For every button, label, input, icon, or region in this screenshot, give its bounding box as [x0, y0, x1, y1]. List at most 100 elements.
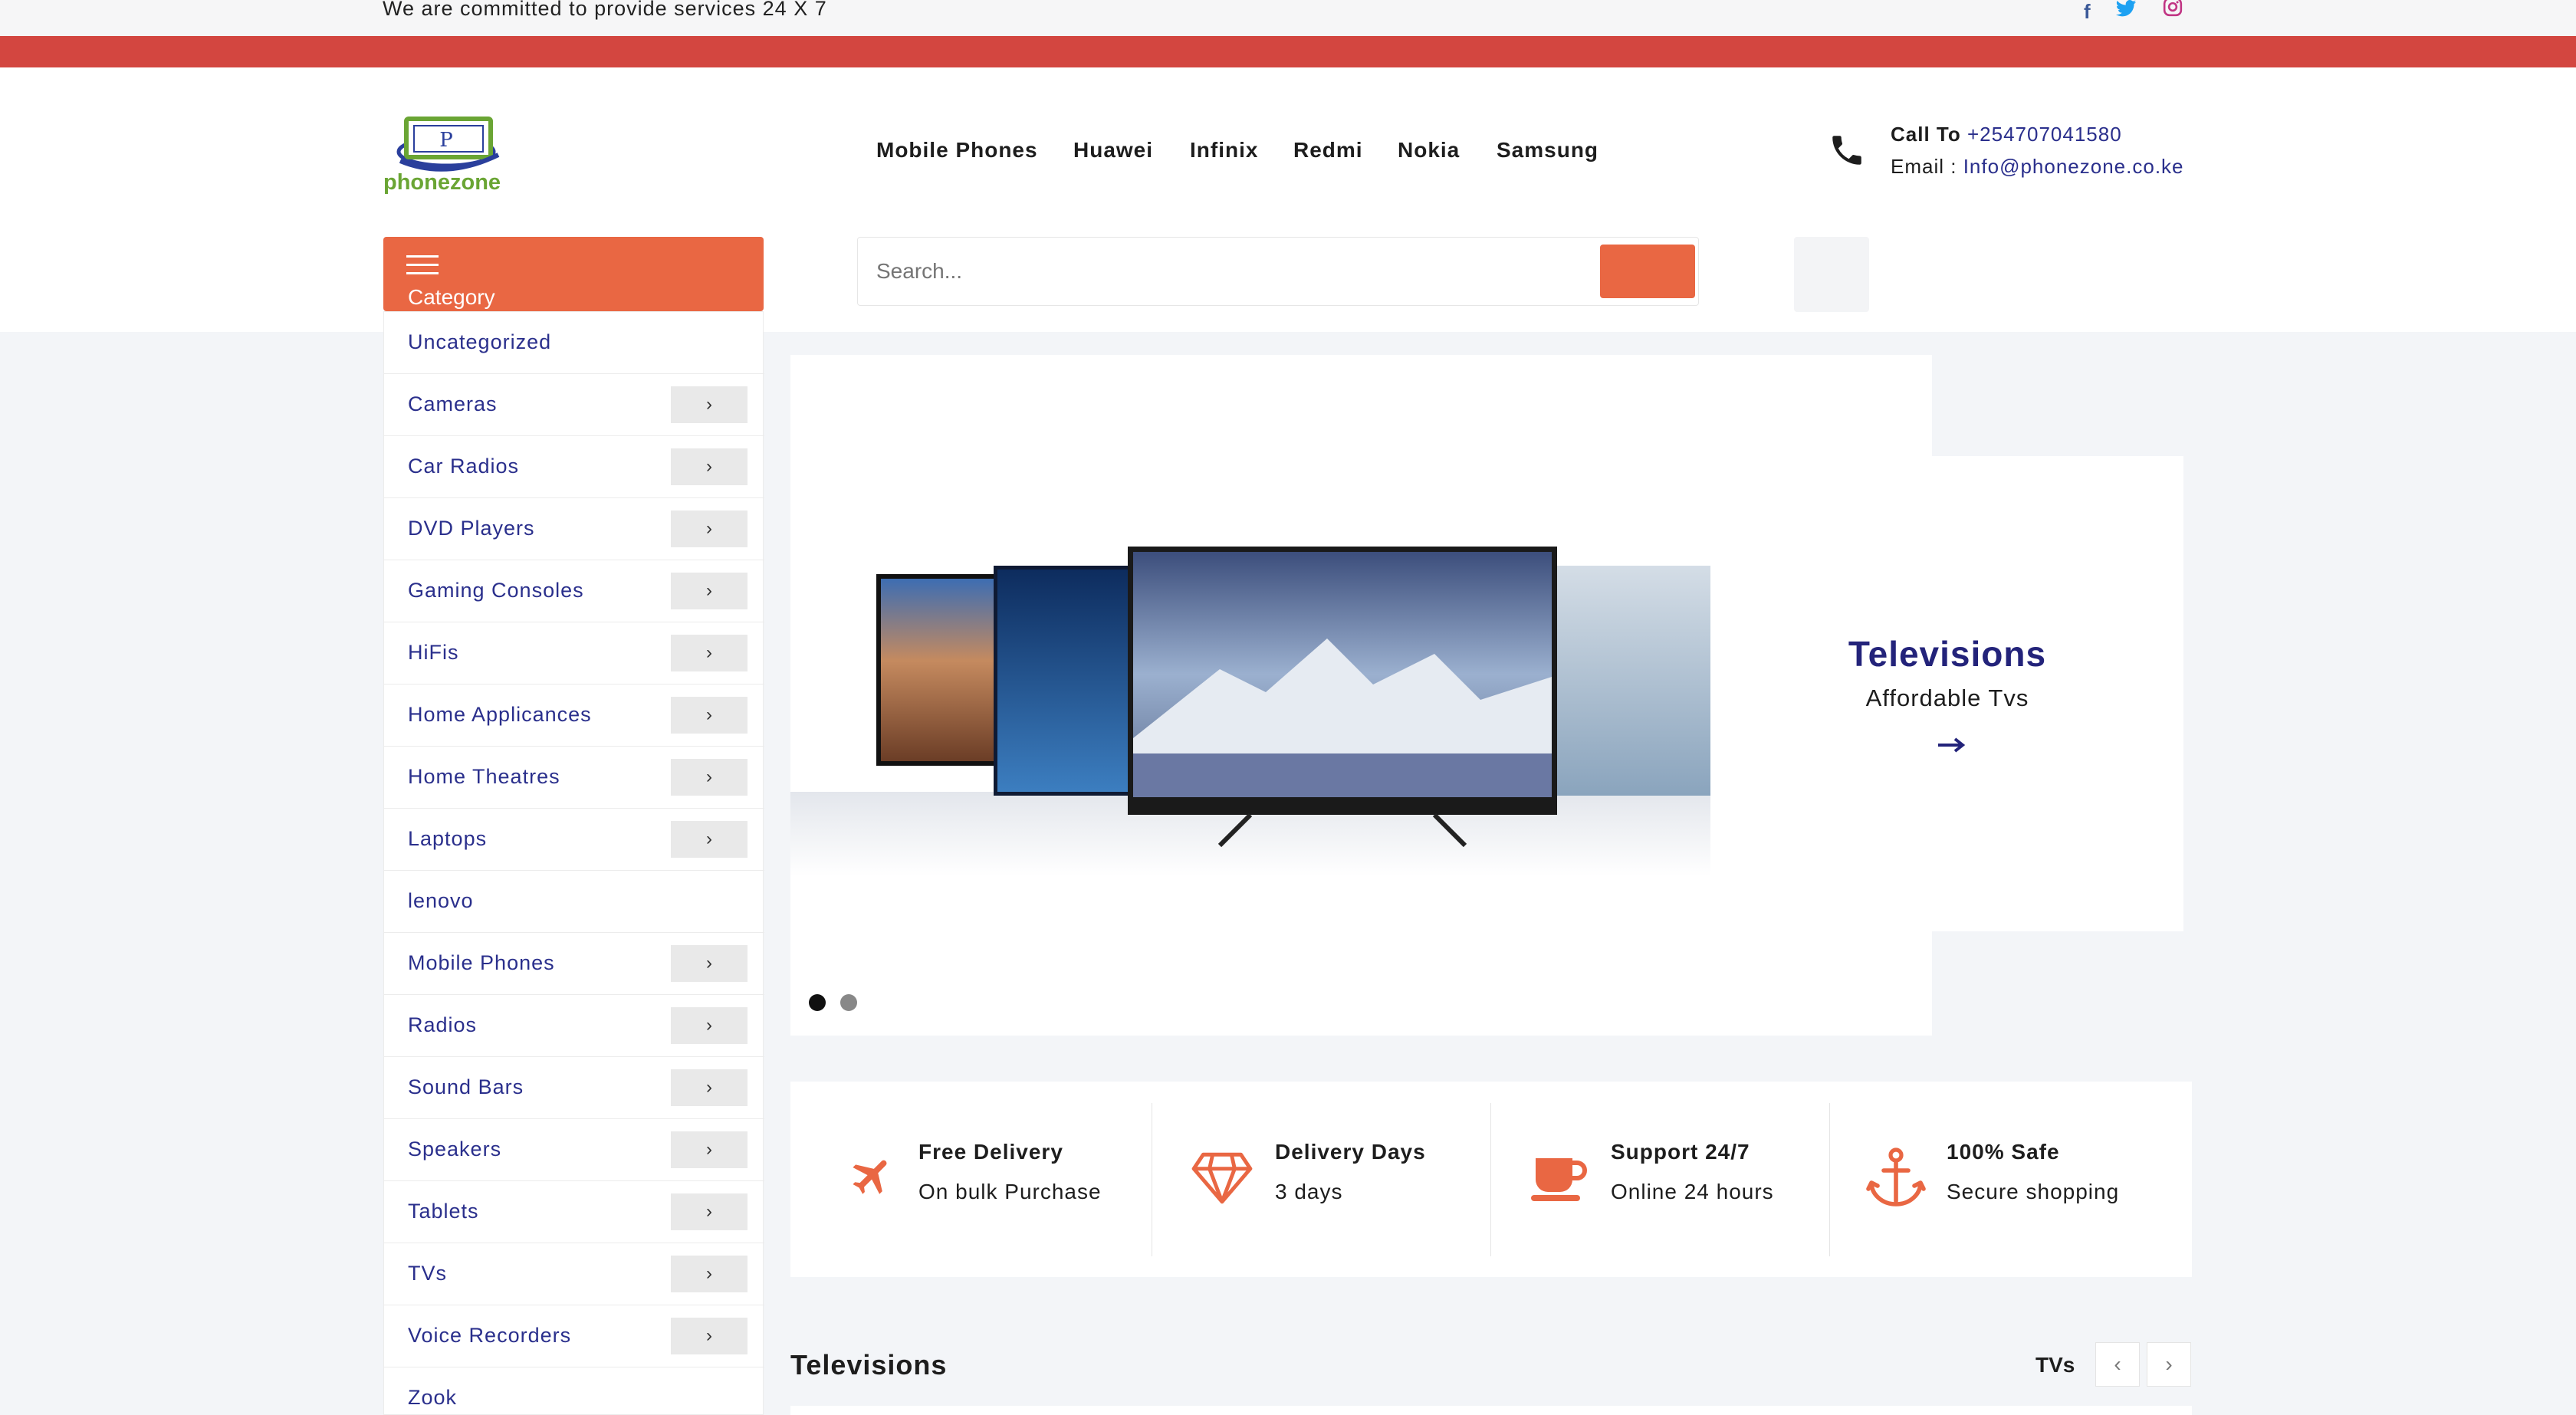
call-label: Call To [1891, 123, 1961, 146]
category-item-label: Radios [408, 1013, 478, 1036]
chevron-right-icon[interactable]: › [671, 1193, 748, 1230]
chevron-right-icon[interactable]: › [671, 511, 748, 547]
facebook-icon[interactable]: f [2084, 0, 2091, 24]
category-item[interactable]: Voice Recorders › [384, 1305, 764, 1367]
category-item[interactable]: Mobile Phones › [384, 933, 764, 995]
airplane-icon [853, 1160, 887, 1194]
chevron-right-icon[interactable]: › [671, 945, 748, 982]
chevron-right-icon[interactable]: › [671, 386, 748, 423]
phone-icon [1832, 136, 1861, 165]
email-label: Email : [1891, 155, 1957, 178]
category-item-label: Zook [408, 1386, 458, 1409]
feature-title: Free Delivery [918, 1140, 1063, 1164]
category-item-label: DVD Players [408, 517, 535, 540]
search-button[interactable] [1600, 245, 1695, 298]
nav-samsung[interactable]: Samsung [1497, 138, 1598, 163]
coffee-cup-icon [1531, 1158, 1587, 1201]
search-box [857, 237, 1699, 306]
chevron-right-icon[interactable]: › [671, 1007, 748, 1044]
category-item-label: Sound Bars [408, 1075, 524, 1098]
anchor-icon [1866, 1147, 1926, 1207]
top-bar-message: We are committed to provide services 24 … [383, 0, 827, 20]
category-item-label: Home Applicances [408, 703, 592, 726]
feature-title: Delivery Days [1275, 1140, 1426, 1164]
nav-infinix[interactable]: Infinix [1190, 138, 1258, 163]
slider-dot-1[interactable] [809, 994, 826, 1011]
carousel-prev-button[interactable]: ‹ [2095, 1342, 2140, 1387]
promo-title: Televisions [1848, 634, 2047, 674]
chevron-right-icon[interactable]: › [671, 1318, 748, 1354]
category-item-label: Home Theatres [408, 765, 560, 788]
category-item[interactable]: Gaming Consoles › [384, 560, 764, 622]
category-list: Uncategorized Cameras › Car Radios › DVD Play… [383, 311, 764, 1415]
promo-subtitle: Affordable Tvs [1865, 685, 2029, 711]
search-input[interactable] [876, 254, 1566, 288]
cart-button[interactable] [1794, 237, 1869, 312]
feature-title: Support 24/7 [1611, 1140, 1750, 1164]
televisions-banner-image [790, 547, 1710, 876]
nav-mobile-phones[interactable]: Mobile Phones [876, 138, 1038, 163]
category-title: Category [408, 285, 495, 309]
feature-free-delivery: Free Delivery On bulk Purchase [790, 1103, 1151, 1256]
product-carousel [790, 1406, 2192, 1415]
nav-redmi[interactable]: Redmi [1293, 138, 1363, 163]
chevron-right-icon[interactable]: › [671, 697, 748, 734]
call-number-link[interactable]: +254707041580 [1967, 123, 2122, 146]
diamond-icon [1191, 1152, 1253, 1204]
category-item[interactable]: lenovo [384, 871, 764, 933]
category-item-label: Uncategorized [408, 330, 552, 353]
chevron-right-icon[interactable]: › [671, 821, 748, 858]
hero-slider [790, 355, 1932, 1036]
category-item-label: Tablets [408, 1200, 479, 1223]
menu-icon [406, 255, 439, 280]
category-item[interactable]: Home Applicances › [384, 685, 764, 747]
feature-delivery-days: Delivery Days 3 days [1152, 1103, 1490, 1256]
category-item-label: TVs [408, 1262, 448, 1285]
feature-subtitle: Secure shopping [1947, 1180, 2120, 1203]
call-line: Call To +254707041580 [1891, 123, 2122, 146]
category-item[interactable]: Laptops › [384, 809, 764, 871]
feature-subtitle: Online 24 hours [1611, 1180, 1774, 1203]
category-item[interactable]: Sound Bars › [384, 1057, 764, 1119]
category-item[interactable]: Radios › [384, 995, 764, 1057]
category-item[interactable]: Home Theatres › [384, 747, 764, 809]
email-line: Email : Info@phonezone.co.ke [1891, 155, 2184, 179]
chevron-right-icon[interactable]: › [671, 573, 748, 609]
category-item[interactable]: Car Radios › [384, 436, 764, 498]
category-item[interactable]: Cameras › [384, 374, 764, 436]
category-item[interactable]: Speakers › [384, 1119, 764, 1181]
category-item-label: HiFis [408, 641, 459, 664]
category-item-label: Laptops [408, 827, 488, 850]
carousel-next-button[interactable]: › [2147, 1342, 2191, 1387]
chevron-right-icon[interactable]: › [671, 635, 748, 671]
svg-text:P: P [439, 129, 453, 152]
section-tab-tvs[interactable]: TVs [2036, 1353, 2075, 1377]
logo-text[interactable]: phonezone [383, 170, 501, 195]
nav-nokia[interactable]: Nokia [1398, 138, 1460, 163]
category-item-label: Gaming Consoles [408, 579, 584, 602]
accent-bar [0, 36, 2576, 67]
category-toggle[interactable]: Category [383, 237, 764, 311]
category-item[interactable]: Zook [384, 1367, 764, 1415]
chevron-right-icon[interactable]: › [671, 1256, 748, 1292]
slider-dot-2[interactable] [840, 994, 857, 1011]
email-link[interactable]: Info@phonezone.co.ke [1963, 155, 2184, 178]
category-item-label: Cameras [408, 392, 498, 415]
category-item-label: Speakers [408, 1138, 502, 1161]
instagram-icon[interactable] [2163, 0, 2183, 22]
category-item[interactable]: Uncategorized [384, 312, 764, 374]
chevron-right-icon[interactable]: › [671, 1131, 748, 1168]
category-item[interactable]: TVs › [384, 1243, 764, 1305]
chevron-right-icon[interactable]: › [671, 448, 748, 485]
category-item[interactable]: HiFis › [384, 622, 764, 685]
chevron-right-icon[interactable]: › [671, 1069, 748, 1106]
category-item-label: Car Radios [408, 455, 520, 478]
chevron-right-icon[interactable]: › [671, 759, 748, 796]
category-item-label: Mobile Phones [408, 951, 555, 974]
category-item[interactable]: Tablets › [384, 1181, 764, 1243]
nav-huawei[interactable]: Huawei [1073, 138, 1153, 163]
arrow-right-icon[interactable] [1932, 730, 1970, 760]
category-item[interactable]: DVD Players › [384, 498, 764, 560]
twitter-icon[interactable] [2114, 0, 2137, 22]
category-item-label: lenovo [408, 889, 474, 912]
